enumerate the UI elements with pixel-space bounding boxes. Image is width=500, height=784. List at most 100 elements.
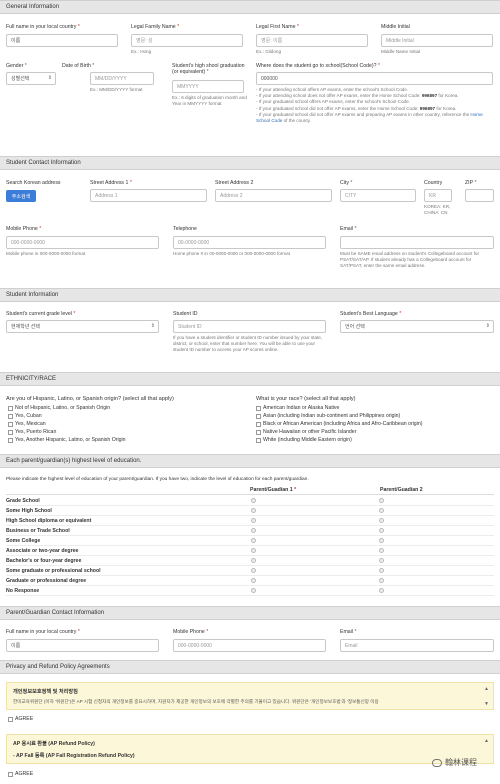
family-name-input[interactable]: 영문: 성: [131, 34, 243, 47]
race-option-label: Native Hawaiian or other Pacific Islande…: [263, 429, 357, 435]
hispanic-option[interactable]: Yes, Cuban: [8, 413, 42, 419]
school-label: Where does the student go to school(Scho…: [256, 63, 381, 69]
student-id-input[interactable]: Student ID: [173, 320, 326, 333]
checkbox[interactable]: [8, 405, 13, 411]
guardian2-radio[interactable]: [379, 578, 384, 583]
zip-input[interactable]: [465, 189, 494, 202]
address-search-button[interactable]: 주소검색: [6, 190, 36, 202]
street2-input[interactable]: Address 2: [215, 189, 332, 202]
education-level-label: High School diploma or equivalent: [6, 517, 92, 524]
guardian2-radio[interactable]: [379, 498, 384, 503]
dob-input[interactable]: MM/DD/YYYY: [90, 72, 154, 85]
race-option[interactable]: Native Hawaiian or other Pacific Islande…: [256, 429, 356, 435]
middle-name-help: Middle Name Initial: [381, 49, 421, 54]
education-level-label: Business or Trade School: [6, 527, 70, 534]
parent-mobile-input[interactable]: 000-0000-0000: [173, 639, 326, 652]
hispanic-option[interactable]: Yes, Mexican: [8, 421, 46, 427]
refund-agree-checkbox[interactable]: AGREE: [8, 771, 33, 777]
first-name-help: Ex.: Gildong: [256, 49, 282, 54]
scroll-down-icon[interactable]: ▼: [484, 701, 489, 707]
guardian1-radio[interactable]: [251, 528, 256, 533]
dob-label: Date of Birth *: [62, 63, 95, 69]
guardian1-radio[interactable]: [251, 578, 256, 583]
guardian1-radio[interactable]: [251, 498, 256, 503]
guardian1-radio[interactable]: [251, 518, 256, 523]
email-label: Email *: [340, 226, 357, 232]
city-label: City *: [340, 180, 353, 186]
gender-select[interactable]: 성별선택 ⇕: [6, 72, 56, 85]
telephone-input[interactable]: 00-0000-0000: [173, 236, 326, 249]
privacy-policy-title: 개인정보보호정책 및 처리방침: [13, 689, 78, 695]
language-select[interactable]: 언어 선택 ⇕: [340, 320, 494, 333]
race-option[interactable]: American Indian or Alaska Native: [256, 405, 339, 411]
hispanic-option[interactable]: Not of Hispanic, Latino, or Spanish Orig…: [8, 405, 110, 411]
checkbox[interactable]: [8, 437, 13, 443]
checkbox[interactable]: [256, 405, 261, 411]
guardian2-radio[interactable]: [379, 518, 384, 523]
education-row: High School diploma or equivalent: [6, 516, 494, 526]
full-name-input[interactable]: 이름: [6, 34, 118, 47]
race-option[interactable]: White (including Middle Eastern origin): [256, 437, 352, 443]
refund-policy-subtitle: - AP Fall 등록 (AP Fall Registration Refun…: [13, 753, 135, 759]
hispanic-option[interactable]: Yes, Puerto Rican: [8, 429, 56, 435]
telephone-label: Telephone: [173, 226, 197, 232]
mobile-help: Mobile phone in 000-0000-0000 format: [6, 251, 86, 256]
first-name-label: Legal First Name *: [256, 24, 299, 30]
guardian2-radio[interactable]: [379, 558, 384, 563]
street1-input[interactable]: Address 1: [90, 189, 207, 202]
education-divider: [6, 494, 494, 495]
guardian2-radio[interactable]: [379, 548, 384, 553]
guardian2-radio[interactable]: [379, 588, 384, 593]
grad-label: Student's high shool graduation (or equi…: [172, 63, 245, 75]
scroll-up-icon[interactable]: ▲: [484, 738, 489, 744]
education-level-label: Some High School: [6, 507, 52, 514]
parent-name-input[interactable]: 이름: [6, 639, 159, 652]
guardian1-radio[interactable]: [251, 538, 256, 543]
guardian1-radio[interactable]: [251, 588, 256, 593]
privacy-policy-notice: 개인정보보호정책 및 처리방침 한미교육위원단 (이하 '위원단')은 AP 시…: [6, 682, 494, 710]
hispanic-option-label: Yes, Another Hispanic, Latino, or Spanis…: [15, 437, 126, 443]
education-level-label: Some graduate or professional school: [6, 567, 101, 574]
zip-label: ZIP *: [465, 180, 477, 186]
guardian2-radio[interactable]: [379, 528, 384, 533]
watermark: 翰林课程: [432, 757, 477, 768]
email-input[interactable]: [340, 236, 494, 249]
school-code-input[interactable]: 000000: [256, 72, 493, 85]
race-option-label: American Indian or Alaska Native: [263, 405, 340, 411]
country-label: Country: [424, 180, 443, 186]
checkbox[interactable]: [256, 429, 261, 435]
country-help: KOREA: KR, CHINA: CN: [424, 204, 451, 216]
checkbox[interactable]: [8, 429, 13, 435]
checkbox[interactable]: [256, 421, 261, 427]
checkbox[interactable]: [256, 413, 261, 419]
dob-help: Ex.: MM/DD/YYYY format: [90, 87, 143, 92]
guardian2-radio[interactable]: [379, 568, 384, 573]
hispanic-option[interactable]: Yes, Another Hispanic, Latino, or Spanis…: [8, 437, 126, 443]
mobile-input[interactable]: 000-0000-0000: [6, 236, 159, 249]
gender-label: Gender *: [6, 63, 27, 69]
refund-policy-title: AP 응시료 환불 (AP Refund Policy): [13, 741, 95, 747]
parent-email-input[interactable]: Email: [340, 639, 494, 652]
city-input[interactable]: CITY: [340, 189, 416, 202]
hispanic-question: Are you of Hispanic, Latino, or Spanish …: [6, 396, 174, 402]
middle-initial-input[interactable]: Middle Initial: [381, 34, 493, 47]
race-option[interactable]: Black or African American (including Afr…: [256, 421, 422, 427]
guardian1-radio[interactable]: [251, 558, 256, 563]
guardian2-radio[interactable]: [379, 538, 384, 543]
grad-input[interactable]: MMYYYY: [172, 80, 244, 93]
education-row: No Response: [6, 586, 494, 596]
guardian2-radio[interactable]: [379, 508, 384, 513]
checkbox[interactable]: [8, 421, 13, 427]
checkbox[interactable]: [256, 437, 261, 443]
grade-select[interactable]: 현재학년 선택 ⇕: [6, 320, 159, 333]
race-option[interactable]: Asian (including Indian sub-continent an…: [256, 413, 400, 419]
checkbox[interactable]: [8, 413, 13, 419]
guardian1-radio[interactable]: [251, 568, 256, 573]
education-level-label: Grade School: [6, 497, 40, 504]
guardian1-radio[interactable]: [251, 508, 256, 513]
guardian1-radio[interactable]: [251, 548, 256, 553]
first-name-input[interactable]: 영문: 이름: [256, 34, 368, 47]
scroll-up-icon[interactable]: ▲: [484, 686, 489, 692]
privacy-agree-checkbox[interactable]: AGREE: [8, 716, 33, 722]
country-input[interactable]: KR: [424, 189, 452, 202]
